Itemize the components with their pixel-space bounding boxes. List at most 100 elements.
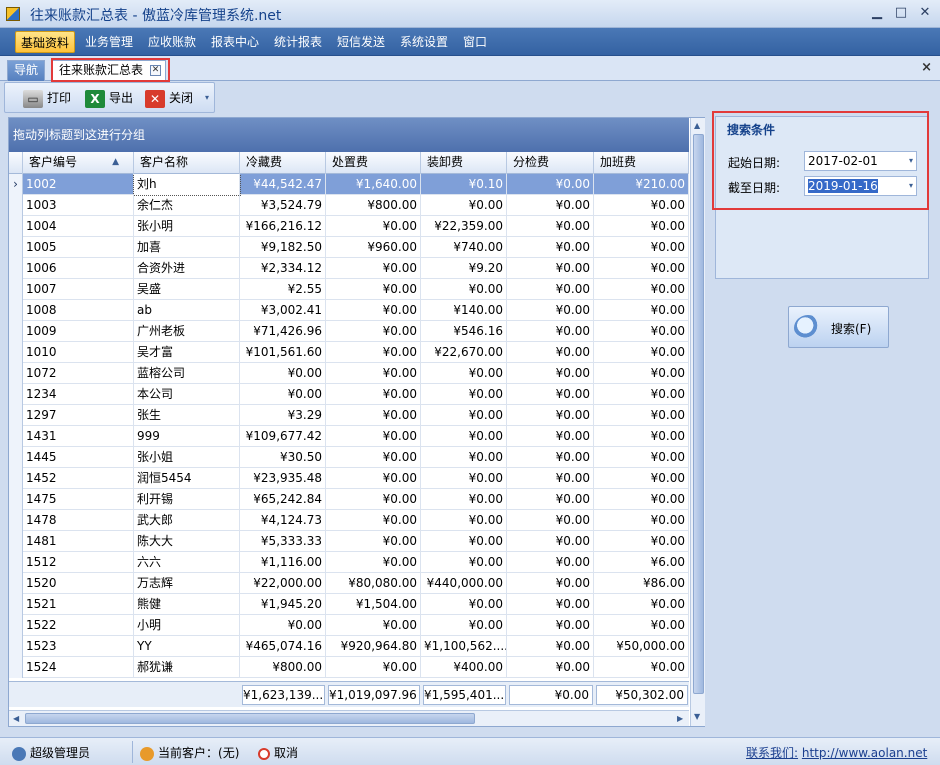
cell-customer-name[interactable]: 小明 <box>134 615 240 636</box>
cell-handling-fee[interactable]: ¥0.00 <box>421 363 507 384</box>
cell-sorting-fee[interactable]: ¥0.00 <box>507 594 594 615</box>
cell-disposal-fee[interactable]: ¥0.00 <box>326 510 421 531</box>
cell-customer-id[interactable]: 1002 <box>23 174 134 195</box>
cell-sorting-fee[interactable]: ¥0.00 <box>507 468 594 489</box>
cell-storage-fee[interactable]: ¥0.00 <box>240 363 326 384</box>
cell-handling-fee[interactable]: ¥0.00 <box>421 279 507 300</box>
cell-sorting-fee[interactable]: ¥0.00 <box>507 636 594 657</box>
menu-sms[interactable]: 短信发送 <box>332 31 390 53</box>
vertical-scroll-thumb[interactable] <box>693 134 704 694</box>
menu-basic-data[interactable]: 基础资料 <box>15 31 76 53</box>
cell-sorting-fee[interactable]: ¥0.00 <box>507 363 594 384</box>
row-indicator[interactable] <box>9 258 23 279</box>
cell-disposal-fee[interactable]: ¥0.00 <box>326 300 421 321</box>
vertical-scrollbar[interactable]: ▲ ▼ <box>690 118 705 726</box>
cell-disposal-fee[interactable]: ¥0.00 <box>326 279 421 300</box>
cell-storage-fee[interactable]: ¥166,216.12 <box>240 216 326 237</box>
cell-overtime-fee[interactable]: ¥0.00 <box>594 342 689 363</box>
row-indicator[interactable] <box>9 384 23 405</box>
row-indicator[interactable] <box>9 405 23 426</box>
scroll-left-icon[interactable]: ◀ <box>13 714 19 723</box>
row-indicator[interactable] <box>9 279 23 300</box>
cell-handling-fee[interactable]: ¥1,100,562.... <box>421 636 507 657</box>
cell-disposal-fee[interactable]: ¥0.00 <box>326 552 421 573</box>
export-button[interactable]: X 导出 <box>85 88 133 108</box>
cell-overtime-fee[interactable]: ¥6.00 <box>594 552 689 573</box>
status-cancel[interactable]: 取消 <box>258 744 298 761</box>
row-indicator[interactable] <box>9 468 23 489</box>
cell-customer-id[interactable]: 1007 <box>23 279 134 300</box>
row-indicator[interactable] <box>9 594 23 615</box>
cell-disposal-fee[interactable]: ¥1,640.00 <box>326 174 421 195</box>
cell-customer-id[interactable]: 1005 <box>23 237 134 258</box>
cell-handling-fee[interactable]: ¥0.00 <box>421 405 507 426</box>
row-indicator[interactable] <box>9 342 23 363</box>
cell-storage-fee[interactable]: ¥3.29 <box>240 405 326 426</box>
maximize-button[interactable]: □ <box>890 4 912 22</box>
row-indicator[interactable] <box>9 573 23 594</box>
cell-overtime-fee[interactable]: ¥86.00 <box>594 573 689 594</box>
column-header-sorting-fee[interactable]: 分检费 <box>507 152 594 174</box>
cell-sorting-fee[interactable]: ¥0.00 <box>507 573 594 594</box>
cell-storage-fee[interactable]: ¥101,561.60 <box>240 342 326 363</box>
cell-disposal-fee[interactable]: ¥0.00 <box>326 489 421 510</box>
menu-report-center[interactable]: 报表中心 <box>206 31 264 53</box>
cell-overtime-fee[interactable]: ¥0.00 <box>594 216 689 237</box>
table-row[interactable]: 1072 蓝榕公司 ¥0.00 ¥0.00 ¥0.00 ¥0.00 ¥0.00 <box>9 363 689 384</box>
cell-customer-id[interactable]: 1297 <box>23 405 134 426</box>
scroll-up-icon[interactable]: ▲ <box>694 121 700 130</box>
cell-customer-name[interactable]: 六六 <box>134 552 240 573</box>
row-indicator[interactable] <box>9 657 23 678</box>
cell-storage-fee[interactable]: ¥2.55 <box>240 279 326 300</box>
cell-customer-id[interactable]: 1475 <box>23 489 134 510</box>
row-indicator[interactable] <box>9 237 23 258</box>
close-button[interactable]: ✕ 关闭 <box>145 88 193 108</box>
cell-handling-fee[interactable]: ¥0.00 <box>421 195 507 216</box>
cell-storage-fee[interactable]: ¥2,334.12 <box>240 258 326 279</box>
cell-sorting-fee[interactable]: ¥0.00 <box>507 447 594 468</box>
cell-handling-fee[interactable]: ¥9.20 <box>421 258 507 279</box>
cell-overtime-fee[interactable]: ¥0.00 <box>594 531 689 552</box>
table-row[interactable]: 1010 吴才富 ¥101,561.60 ¥0.00 ¥22,670.00 ¥0.00 ¥0… <box>9 342 689 363</box>
cell-storage-fee[interactable]: ¥0.00 <box>240 384 326 405</box>
table-row[interactable]: 1004 张小明 ¥166,216.12 ¥0.00 ¥22,359.00 ¥0.00 ¥0… <box>9 216 689 237</box>
table-row[interactable]: 1234 本公司 ¥0.00 ¥0.00 ¥0.00 ¥0.00 ¥0.00 <box>9 384 689 405</box>
table-row[interactable]: 1481 陈大大 ¥5,333.33 ¥0.00 ¥0.00 ¥0.00 ¥0.00 <box>9 531 689 552</box>
cell-customer-id[interactable]: 1522 <box>23 615 134 636</box>
menu-window[interactable]: 窗口 <box>458 31 492 53</box>
cell-sorting-fee[interactable]: ¥0.00 <box>507 552 594 573</box>
cell-customer-name[interactable]: 加喜 <box>134 237 240 258</box>
cell-disposal-fee[interactable]: ¥80,080.00 <box>326 573 421 594</box>
cell-customer-name[interactable]: 吴盛 <box>134 279 240 300</box>
cell-sorting-fee[interactable]: ¥0.00 <box>507 321 594 342</box>
row-indicator[interactable] <box>9 195 23 216</box>
cell-handling-fee[interactable]: ¥0.00 <box>421 531 507 552</box>
table-row[interactable]: 1521 熊健 ¥1,945.20 ¥1,504.00 ¥0.00 ¥0.00 ¥0.00 <box>9 594 689 615</box>
cell-disposal-fee[interactable]: ¥0.00 <box>326 405 421 426</box>
cell-sorting-fee[interactable]: ¥0.00 <box>507 216 594 237</box>
cell-overtime-fee[interactable]: ¥0.00 <box>594 468 689 489</box>
cell-sorting-fee[interactable]: ¥0.00 <box>507 615 594 636</box>
table-row[interactable]: 1297 张生 ¥3.29 ¥0.00 ¥0.00 ¥0.00 ¥0.00 <box>9 405 689 426</box>
cell-handling-fee[interactable]: ¥0.00 <box>421 594 507 615</box>
row-indicator[interactable] <box>9 489 23 510</box>
cell-storage-fee[interactable]: ¥5,333.33 <box>240 531 326 552</box>
cell-customer-name[interactable]: 刘h <box>133 174 241 196</box>
table-row[interactable]: 1452 润恒5454 ¥23,935.48 ¥0.00 ¥0.00 ¥0.00 ¥0.00 <box>9 468 689 489</box>
cell-sorting-fee[interactable]: ¥0.00 <box>507 405 594 426</box>
column-header-customer-name[interactable]: 客户名称 <box>134 152 240 174</box>
cell-storage-fee[interactable]: ¥9,182.50 <box>240 237 326 258</box>
scroll-right-icon[interactable]: ▶ <box>677 714 683 723</box>
cell-customer-id[interactable]: 1481 <box>23 531 134 552</box>
column-header-overtime-fee[interactable]: 加班费 <box>594 152 689 174</box>
horizontal-scroll-thumb[interactable] <box>25 713 475 724</box>
cell-sorting-fee[interactable]: ¥0.00 <box>507 258 594 279</box>
status-contact[interactable]: 联系我们: http://www.aolan.net <box>746 744 927 761</box>
cell-sorting-fee[interactable]: ¥0.00 <box>507 174 594 195</box>
cell-customer-name[interactable]: ab <box>134 300 240 321</box>
cell-storage-fee[interactable]: ¥465,074.16 <box>240 636 326 657</box>
cell-customer-id[interactable]: 1520 <box>23 573 134 594</box>
cell-sorting-fee[interactable]: ¥0.00 <box>507 510 594 531</box>
cell-disposal-fee[interactable]: ¥0.00 <box>326 447 421 468</box>
table-row[interactable]: 1523 YY ¥465,074.16 ¥920,964.80 ¥1,100,562..… <box>9 636 689 657</box>
